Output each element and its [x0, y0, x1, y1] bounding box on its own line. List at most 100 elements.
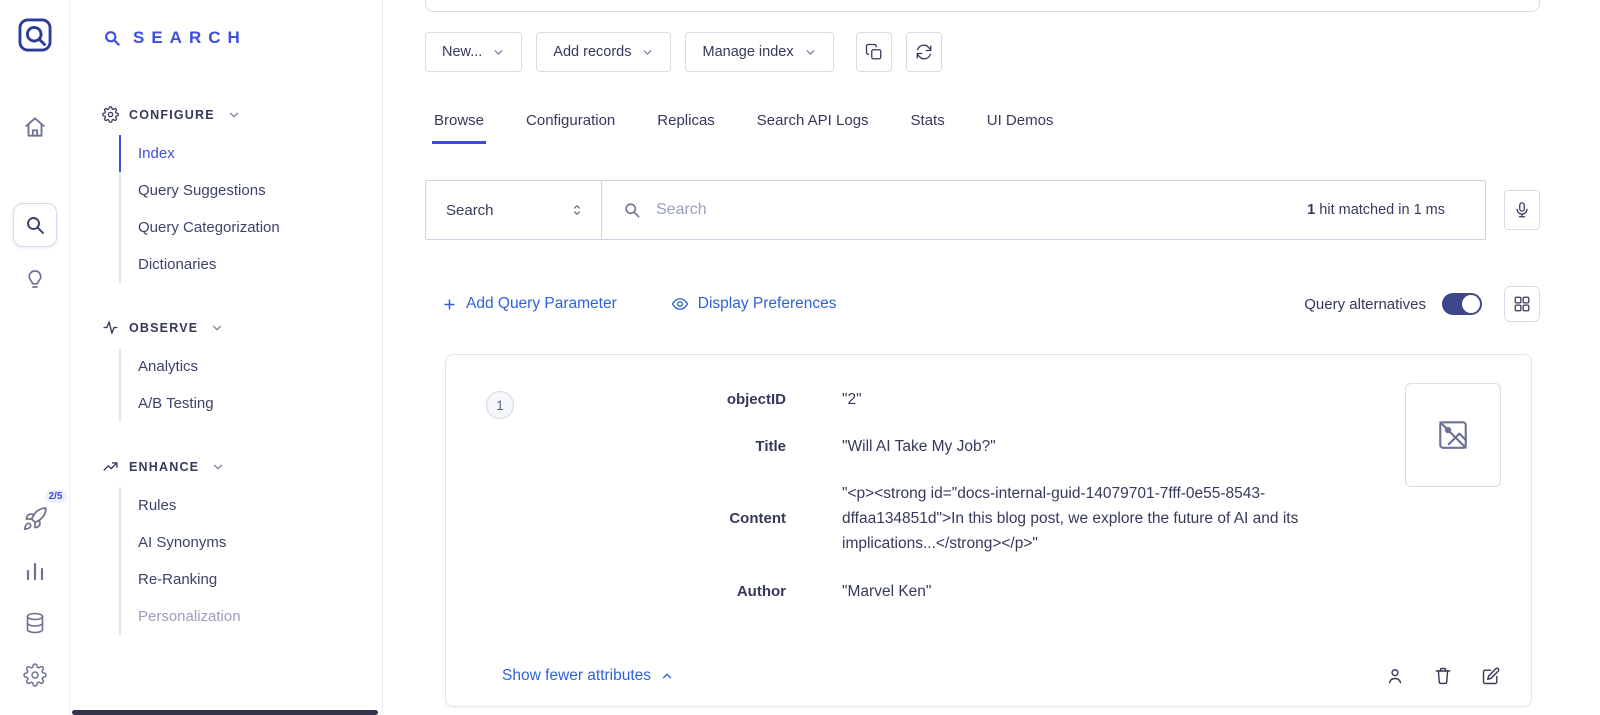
section-configure-header[interactable]: CONFIGURE	[102, 106, 382, 123]
section-label: OBSERVE	[129, 321, 198, 335]
hit-rank-badge: 1	[486, 391, 514, 419]
sidebar-item-index[interactable]: Index	[119, 135, 382, 172]
display-preferences-link[interactable]: Display Preferences	[671, 295, 837, 313]
field-value: "Will AI Take My Job?"	[842, 434, 996, 459]
sidebar-item-dictionaries[interactable]: Dictionaries	[119, 246, 382, 283]
search-box: Search 1 hit matched in 1 ms	[425, 180, 1486, 240]
sort-arrows-icon	[569, 202, 585, 218]
layout-grid-icon[interactable]	[1504, 286, 1540, 322]
app-root: 2/5	[0, 0, 1600, 715]
activity-icon	[102, 319, 119, 336]
add-query-parameter-label: Add Query Parameter	[466, 295, 617, 313]
tab-stats[interactable]: Stats	[909, 104, 947, 144]
search-logo-magnifier-icon	[102, 28, 122, 48]
add-query-parameter-link[interactable]: Add Query Parameter	[442, 295, 617, 313]
field-row-objectid: objectID "2"	[524, 387, 1387, 412]
sidebar-item-analytics[interactable]: Analytics	[119, 348, 382, 385]
hit-footer: Show fewer attributes	[476, 642, 1501, 686]
copy-icon[interactable]	[856, 32, 892, 72]
rail-top-group	[13, 105, 57, 301]
chevron-down-icon	[227, 108, 241, 122]
hit-count-summary: 1 hit matched in 1 ms	[1307, 202, 1465, 218]
section-enhance-items: Rules AI Synonyms Re-Ranking Personaliza…	[119, 487, 382, 635]
analytics-bars-icon[interactable]	[13, 549, 57, 593]
search-input-wrap: 1 hit matched in 1 ms	[602, 200, 1485, 220]
search-mode-label: Search	[446, 202, 494, 219]
new-button-label: New...	[442, 44, 482, 60]
data-database-icon[interactable]	[13, 601, 57, 645]
plus-icon	[442, 297, 457, 312]
field-value: "<p><strong id="docs-internal-guid-14079…	[842, 481, 1374, 556]
section-observe: OBSERVE Analytics A/B Testing	[102, 319, 382, 422]
section-observe-items: Analytics A/B Testing	[119, 348, 382, 422]
chevron-down-icon	[211, 460, 225, 474]
section-enhance-header[interactable]: ENHANCE	[102, 458, 382, 475]
hit-card: 1 objectID "2" Title "Will AI Take My Jo…	[445, 354, 1532, 707]
search-product-logo[interactable]: SEARCH	[102, 28, 382, 48]
product-name: SEARCH	[133, 28, 247, 48]
tab-ui-demos[interactable]: UI Demos	[985, 104, 1056, 144]
chevron-up-icon	[660, 669, 674, 683]
index-toolbar: New... Add records Manage index	[425, 32, 1540, 72]
index-tabs: Browse Configuration Replicas Search API…	[425, 104, 1540, 144]
eye-icon	[671, 295, 689, 313]
query-alternatives-toggle[interactable]	[1442, 293, 1482, 315]
refresh-icon[interactable]	[906, 32, 942, 72]
settings-gear-icon[interactable]	[13, 653, 57, 697]
user-attribute-icon[interactable]	[1385, 666, 1405, 686]
sidebar-item-re-ranking[interactable]: Re-Ranking	[119, 561, 382, 598]
section-observe-header[interactable]: OBSERVE	[102, 319, 382, 336]
home-icon[interactable]	[13, 105, 57, 149]
tab-configuration[interactable]: Configuration	[524, 104, 617, 144]
field-label: Author	[524, 583, 786, 600]
section-configure-items: Index Query Suggestions Query Categoriza…	[119, 135, 382, 283]
sidebar-item-query-categorization[interactable]: Query Categorization	[119, 209, 382, 246]
field-value: "Marvel Ken"	[842, 579, 931, 604]
field-label: Title	[524, 438, 786, 455]
search-section-icon[interactable]	[13, 203, 57, 247]
field-label: objectID	[524, 391, 786, 408]
toggle-knob	[1462, 295, 1480, 313]
sidebar-horizontal-scrollbar[interactable]	[72, 710, 378, 715]
field-label: Content	[524, 510, 786, 527]
section-label: CONFIGURE	[129, 108, 215, 122]
image-off-icon	[1405, 383, 1501, 487]
upgrade-usage-badge: 2/5	[45, 490, 67, 503]
delete-trash-icon[interactable]	[1433, 666, 1453, 686]
query-alternatives-label: Query alternatives	[1304, 296, 1426, 313]
manage-index-label: Manage index	[702, 44, 793, 60]
section-label: ENHANCE	[129, 460, 199, 474]
add-records-label: Add records	[553, 44, 631, 60]
sidebar-item-personalization[interactable]: Personalization	[119, 598, 382, 635]
voice-search-mic-icon[interactable]	[1504, 190, 1540, 230]
algolia-logo-icon[interactable]	[16, 16, 54, 59]
recommend-lightbulb-icon[interactable]	[13, 257, 57, 301]
new-button[interactable]: New...	[425, 32, 522, 72]
section-enhance: ENHANCE Rules AI Synonyms Re-Ranking Per…	[102, 458, 382, 635]
search-input[interactable]	[656, 201, 1293, 219]
chevron-down-icon	[641, 46, 654, 59]
manage-index-button[interactable]: Manage index	[685, 32, 833, 72]
trending-up-icon	[102, 458, 119, 475]
sidebar-item-rules[interactable]: Rules	[119, 487, 382, 524]
add-records-button[interactable]: Add records	[536, 32, 671, 72]
section-configure: CONFIGURE Index Query Suggestions Query …	[102, 106, 382, 283]
show-fewer-attributes-link[interactable]: Show fewer attributes	[502, 667, 674, 685]
sidebar-item-query-suggestions[interactable]: Query Suggestions	[119, 172, 382, 209]
hit-fields: objectID "2" Title "Will AI Take My Job?…	[524, 383, 1387, 642]
chevron-down-icon	[492, 46, 505, 59]
field-row-title: Title "Will AI Take My Job?"	[524, 434, 1387, 459]
index-selector-remnant	[425, 0, 1540, 12]
sidebar: SEARCH CONFIGURE Index Query Suggestions…	[70, 0, 383, 715]
field-row-author: Author "Marvel Ken"	[524, 579, 1387, 604]
search-mode-selector[interactable]: Search	[426, 181, 602, 239]
tab-browse[interactable]: Browse	[432, 104, 486, 144]
search-icon	[622, 200, 642, 220]
edit-pencil-icon[interactable]	[1481, 666, 1501, 686]
sidebar-item-ai-synonyms[interactable]: AI Synonyms	[119, 524, 382, 561]
sidebar-item-ab-testing[interactable]: A/B Testing	[119, 385, 382, 422]
tab-search-api-logs[interactable]: Search API Logs	[755, 104, 871, 144]
field-row-content: Content "<p><strong id="docs-internal-gu…	[524, 481, 1387, 556]
tab-replicas[interactable]: Replicas	[655, 104, 717, 144]
upgrade-rocket-icon[interactable]: 2/5	[13, 497, 57, 541]
